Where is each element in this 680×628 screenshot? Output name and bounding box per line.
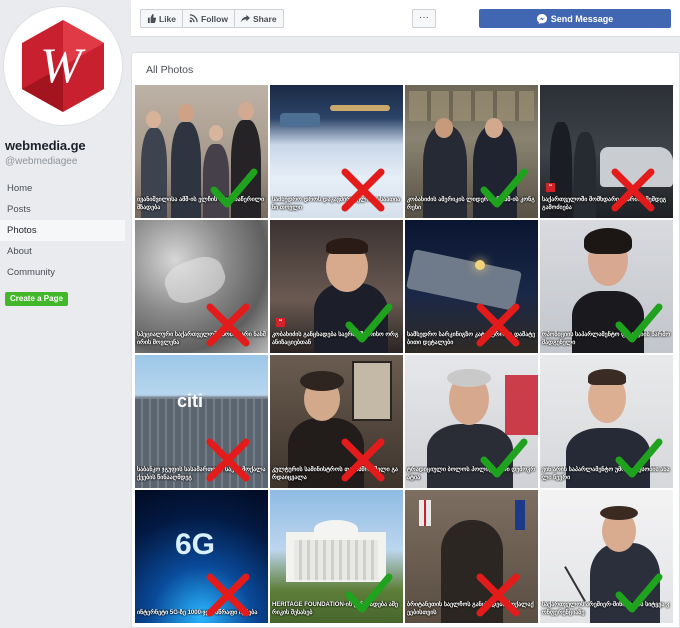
page-handle: @webmediagee	[5, 156, 78, 167]
photo-tile[interactable]: სპეციალური საქართველოში მომხდარი ნახშირი…	[135, 220, 268, 353]
quote-badge: “	[276, 318, 285, 327]
quote-badge: “	[546, 183, 555, 192]
photo-tile[interactable]: ივანიშვილისა ამშ-ის ელჩის მიერ ჩაწერილი …	[135, 85, 268, 218]
checkmark-icon	[480, 438, 528, 478]
follow-button[interactable]: Follow	[183, 10, 235, 27]
cross-mark-icon	[476, 303, 520, 347]
webmedia-logo-icon: W	[22, 20, 104, 112]
photo-tile[interactable]: citi საბანკო ჯგუფის სასამართლო საქმე მოქ…	[135, 355, 268, 488]
page-sidebar: W webmedia.ge @webmediagee Home Posts Ph…	[0, 0, 128, 628]
checkmark-icon	[210, 168, 258, 208]
cross-mark-icon	[206, 438, 250, 482]
send-message-label: Send Message	[550, 13, 614, 24]
page-name[interactable]: webmedia.ge	[5, 138, 86, 153]
cross-mark-icon	[206, 303, 250, 347]
photo-tile[interactable]: “ კობახიძის განცხადება საერთაშორისო ორგა…	[270, 220, 403, 353]
messenger-icon	[536, 13, 547, 24]
rss-follow-icon	[189, 14, 198, 23]
create-page-button[interactable]: Create a Page	[5, 292, 68, 306]
photo-tile[interactable]: HERITAGE FOUNDATION-ის განცხადება ამერიკ…	[270, 490, 403, 623]
like-label: Like	[159, 13, 177, 24]
panel-title: All Photos	[146, 64, 194, 76]
photo-tile[interactable]: კულტურის სამინისტროს თანამშრომელი გარდაი…	[270, 355, 403, 488]
photo-tile[interactable]: სამხედრო დროს დაკავშირებული 27-საათიანი …	[270, 85, 403, 218]
cross-mark-icon	[476, 573, 520, 617]
checkmark-icon	[615, 573, 663, 613]
photo-tile[interactable]: ვინ არის საპარლამენტო უმრავლესობის ახალი…	[540, 355, 673, 488]
photo-tile[interactable]: 6G ინტერნეტი 5G-ზე 1000-ჯერ სწრაფი იქნებ…	[135, 490, 268, 623]
checkmark-icon	[345, 303, 393, 343]
photo-grid: ივანიშვილისა ამშ-ის ელჩის მიერ ჩაწერილი …	[135, 85, 673, 623]
checkmark-icon	[615, 438, 663, 478]
photo-tile[interactable]: “ საქართველოში მომხდარი ავარიის შემდეგ გ…	[540, 85, 673, 218]
sidebar-item-posts[interactable]: Posts	[0, 199, 125, 220]
photo-tile[interactable]: კობახიძის ამერიკის ლიდერთან ამშ-ის კონგრ…	[405, 85, 538, 218]
photos-panel: All Photos ივანიშვილისა ამშ-ის ელჩის მიე…	[131, 52, 680, 628]
svg-text:W: W	[40, 37, 86, 93]
action-button-group: Like Follow Share	[140, 9, 284, 28]
cross-mark-icon	[341, 438, 385, 482]
share-button[interactable]: Share	[235, 10, 283, 27]
sidebar-item-home[interactable]: Home	[0, 178, 125, 199]
checkmark-icon	[345, 573, 393, 613]
send-message-button[interactable]: Send Message	[479, 9, 671, 28]
share-arrow-icon	[240, 14, 250, 23]
sidebar-item-photos[interactable]: Photos	[0, 220, 125, 241]
cross-mark-icon	[611, 168, 655, 212]
thumbs-up-icon	[147, 14, 156, 23]
photo-tile[interactable]: ტრადიციული ბოლოს პოლიტიკური დემოკრატია	[405, 355, 538, 488]
photo-tile[interactable]: საქართველოს პრემიერ-მინისტრის სიტყვა კონ…	[540, 490, 673, 623]
checkmark-icon	[615, 303, 663, 343]
sidebar-item-about[interactable]: About	[0, 241, 125, 262]
page-avatar[interactable]: W	[3, 6, 123, 126]
checkmark-icon	[480, 168, 528, 208]
photo-tile[interactable]: ოპოზიციის საპარლამენტო ფრაქციის წარმომად…	[540, 220, 673, 353]
sidebar-item-community[interactable]: Community	[0, 262, 125, 283]
share-label: Share	[252, 13, 277, 24]
follow-label: Follow	[201, 13, 228, 24]
cross-mark-icon	[341, 168, 385, 212]
more-options-button[interactable]: ···	[412, 9, 436, 28]
photo-tile[interactable]: სამხედრო სარკინიგზო კატასტროფა დამატებით…	[405, 220, 538, 353]
photo-tile[interactable]: ბრიტანეთის საელჩოს განცხადება მოქალაქეებ…	[405, 490, 538, 623]
sidebar-nav: Home Posts Photos About Community	[0, 178, 125, 283]
page-action-bar: Like Follow Share ··· Send Message	[131, 0, 680, 37]
cross-mark-icon	[206, 573, 250, 617]
like-button[interactable]: Like	[141, 10, 184, 27]
